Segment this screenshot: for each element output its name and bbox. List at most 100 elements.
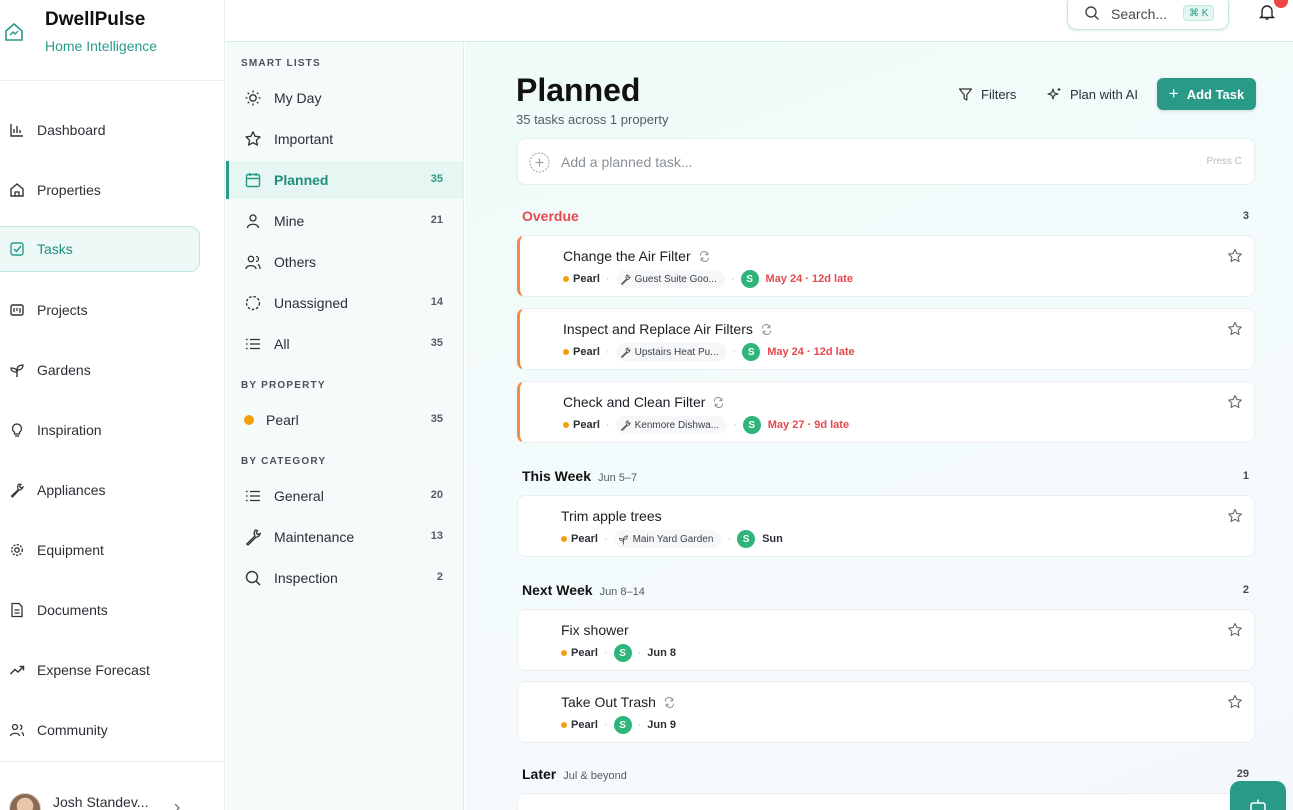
star-icon[interactable] <box>1227 694 1243 710</box>
nav-label: Projects <box>37 302 88 318</box>
add-planned-task-input[interactable]: Add a planned task... Press C <box>517 138 1255 185</box>
linked-asset-chip[interactable]: Guest Suite Goo... <box>615 270 725 288</box>
nav-label: Community <box>37 722 108 738</box>
repeat-icon <box>714 396 724 408</box>
separator-dot: · <box>730 273 735 285</box>
nav-item-expense-forecast[interactable]: Expense Forecast <box>0 647 200 693</box>
nav-item-community[interactable]: Community <box>0 707 200 753</box>
list-item-category-inspection[interactable]: Inspection 2 <box>226 559 463 597</box>
linked-asset-chip[interactable]: Kenmore Dishwa... <box>615 416 728 434</box>
task-property: Pearl <box>571 533 598 545</box>
nav-item-documents[interactable]: Documents <box>0 587 200 633</box>
star-icon[interactable] <box>1227 321 1243 337</box>
group-heading-overdue[interactable]: Overdue <box>522 208 579 224</box>
task-card[interactable]: Change the Air Filter Pearl · Guest Suit… <box>517 235 1255 297</box>
page-subtitle: 35 tasks across 1 property <box>516 112 669 127</box>
filters-button[interactable]: Filters <box>958 78 1016 110</box>
separator-dot: · <box>733 419 737 431</box>
list-item-category-maintenance[interactable]: Maintenance 13 <box>226 518 463 556</box>
wrench-icon <box>245 529 262 546</box>
nav-item-appliances[interactable]: Appliances <box>0 467 200 513</box>
separator-dot: · <box>603 719 608 731</box>
property-color-dot <box>563 349 569 355</box>
list-item-unassigned[interactable]: Unassigned 14 <box>226 284 463 322</box>
task-card[interactable]: Check and Clean Filter Pearl · Kenmore D… <box>517 381 1255 443</box>
task-card[interactable]: Inspect and Replace Air Filters Pearl · … <box>517 308 1255 370</box>
bell-icon[interactable] <box>1258 3 1276 21</box>
task-title: Check and Clean Filter <box>563 394 706 410</box>
nav-item-gardens[interactable]: Gardens <box>0 347 200 393</box>
list-label: All <box>274 336 290 352</box>
list-item-my-day[interactable]: My Day <box>226 79 463 117</box>
separator-dot: · <box>732 346 737 358</box>
list-count: 13 <box>430 530 443 542</box>
plan-with-ai-button[interactable]: Plan with AI <box>1047 78 1138 110</box>
group-count: 29 <box>1236 768 1249 780</box>
group-heading-next-week[interactable]: Next Week Jun 8–14 <box>522 582 645 598</box>
task-card[interactable]: Trim apple trees Pearl · Main Yard Garde… <box>517 495 1255 557</box>
task-property: Pearl <box>571 719 598 731</box>
separator-dot: · <box>605 273 610 285</box>
list-item-property-pearl[interactable]: Pearl 35 <box>226 401 463 439</box>
star-icon[interactable] <box>1227 248 1243 264</box>
group-count: 2 <box>1242 584 1249 596</box>
task-lists-panel: SMART LISTS My Day Important Planned 35 … <box>226 42 464 810</box>
wrench-icon <box>620 274 631 285</box>
task-card[interactable]: Take Out Trash Pearl · S · Jun 9 <box>517 681 1255 743</box>
users-icon <box>245 255 261 270</box>
star-icon[interactable] <box>1227 394 1243 410</box>
bar-chart-icon <box>10 124 23 137</box>
sprout-icon <box>618 535 628 544</box>
nav-label: Documents <box>37 602 108 618</box>
property-color-dot <box>563 422 569 428</box>
assignee-avatar[interactable]: S <box>742 416 761 434</box>
assignee-avatar[interactable]: S <box>613 644 632 662</box>
planned-view: Planned 35 tasks across 1 property Filte… <box>465 42 1293 810</box>
add-task-button[interactable]: + Add Task <box>1157 78 1256 110</box>
star-icon[interactable] <box>1227 622 1243 638</box>
group-heading-later[interactable]: Later Jul & beyond <box>522 766 627 782</box>
list-item-important[interactable]: Important <box>226 120 463 158</box>
star-icon[interactable] <box>1227 508 1243 524</box>
list-count: 21 <box>430 214 443 226</box>
list-item-category-general[interactable]: General 20 <box>226 477 463 515</box>
list-icon <box>245 338 260 350</box>
nav-item-properties[interactable]: Properties <box>0 167 200 213</box>
assignee-avatar[interactable]: S <box>742 343 761 361</box>
avatar[interactable] <box>9 793 41 810</box>
nav-item-dashboard[interactable]: Dashboard <box>0 107 200 153</box>
task-card-partial[interactable] <box>517 793 1255 810</box>
list-item-all[interactable]: All 35 <box>226 325 463 363</box>
group-heading-this-week[interactable]: This Week Jun 5–7 <box>522 468 637 484</box>
global-search[interactable]: Search... ⌘ K <box>1067 0 1229 30</box>
list-item-planned[interactable]: Planned 35 <box>226 161 463 199</box>
assistant-fab[interactable] <box>1230 781 1286 810</box>
separator-dot: · <box>605 346 610 358</box>
section-heading-smart-lists: SMART LISTS <box>241 58 321 69</box>
nav-item-inspiration[interactable]: Inspiration <box>0 407 200 453</box>
group-name: Later <box>522 766 557 782</box>
task-property: Pearl <box>571 647 598 659</box>
list-label: Unassigned <box>274 295 348 311</box>
nav-item-tasks[interactable]: Tasks <box>0 226 200 272</box>
assignee-avatar[interactable]: S <box>740 270 759 288</box>
chevron-right-icon[interactable] <box>172 803 182 810</box>
task-title: Fix shower <box>561 622 629 638</box>
linked-asset-chip[interactable]: Upstairs Heat Pu... <box>615 343 727 361</box>
user-name[interactable]: Josh Standev... <box>53 794 148 810</box>
wrench-icon <box>620 347 631 358</box>
linked-garden-chip[interactable]: Main Yard Garden <box>613 530 722 548</box>
nav-item-projects[interactable]: Projects <box>0 287 200 333</box>
assignee-avatar[interactable]: S <box>737 530 756 548</box>
list-item-mine[interactable]: Mine 21 <box>226 202 463 240</box>
nav-item-equipment[interactable]: Equipment <box>0 527 200 573</box>
list-label: General <box>274 488 324 504</box>
assignee-avatar[interactable]: S <box>613 716 632 734</box>
separator-dot: · <box>637 647 642 659</box>
list-item-others[interactable]: Others <box>226 243 463 281</box>
list-label: Mine <box>274 213 305 229</box>
dashed-circle-icon <box>245 295 261 311</box>
task-card[interactable]: Fix shower Pearl · S · Jun 8 <box>517 609 1255 671</box>
wrench-icon <box>620 420 631 431</box>
list-label: Pearl <box>266 412 299 428</box>
